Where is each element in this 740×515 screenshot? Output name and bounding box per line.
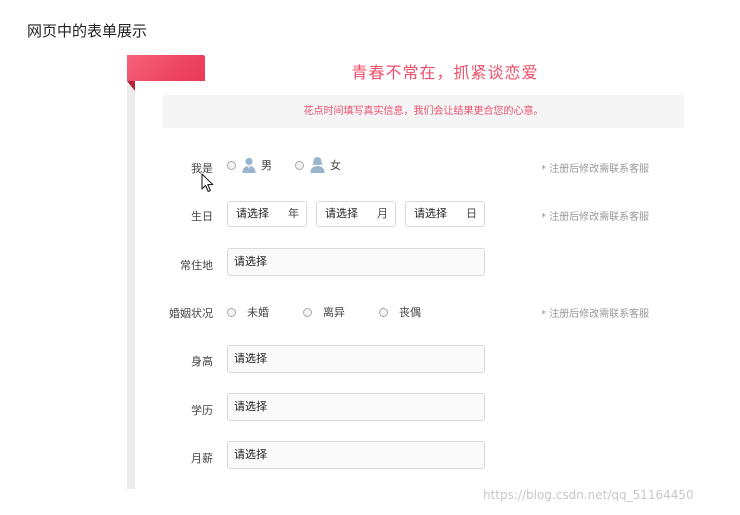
birth-day-select[interactable]: 请选择 日 (405, 201, 485, 227)
widowed-label: 丧偶 (399, 306, 421, 319)
gender-option-male[interactable]: 男 (227, 157, 272, 173)
widowed-radio[interactable] (379, 307, 388, 317)
month-unit: 月 (377, 207, 388, 220)
marital-option-divorced[interactable]: 离异 (303, 304, 345, 320)
female-radio[interactable] (295, 160, 304, 170)
marital-label: 婚姻状况 (169, 307, 213, 320)
male-radio[interactable] (227, 160, 236, 170)
male-label: 男 (261, 159, 272, 172)
birth-year-select[interactable]: 请选择 年 (227, 201, 307, 227)
education-select[interactable]: 请选择 (227, 393, 485, 421)
year-unit: 年 (288, 207, 299, 220)
female-user-icon (310, 157, 325, 173)
corner-ribbon (127, 55, 205, 91)
birthday-label: 生日 (191, 210, 213, 223)
slogan-heading: 青春不常在，抓紧谈恋爱 (351, 63, 539, 82)
marital-hint: * 注册后修改需联系客服 (541, 309, 650, 320)
marital-option-widowed[interactable]: 丧偶 (379, 304, 421, 320)
residence-label: 常住地 (180, 259, 213, 272)
education-label: 学历 (191, 404, 213, 417)
day-unit: 日 (466, 207, 477, 220)
divorced-label: 离异 (323, 306, 345, 319)
watermark-text: https://blog.csdn.net/qq_51164450 (483, 488, 694, 502)
page-title: 网页中的表单展示 (27, 22, 148, 40)
height-select[interactable]: 请选择 (227, 345, 485, 373)
marital-option-unmarried[interactable]: 未婚 (227, 304, 269, 320)
unmarried-label: 未婚 (247, 306, 269, 319)
birthday-hint: * 注册后修改需联系客服 (541, 212, 650, 223)
male-user-icon (242, 157, 256, 173)
gender-option-female[interactable]: 女 (295, 157, 341, 173)
salary-select[interactable]: 请选择 (227, 441, 485, 469)
birth-month-select[interactable]: 请选择 月 (316, 201, 396, 227)
notice-banner: 花点时间填写真实信息，我们会让结果更合您的心意。 (163, 95, 684, 128)
mouse-cursor-icon (201, 173, 214, 193)
salary-label: 月薪 (191, 452, 213, 465)
residence-select[interactable]: 请选择 (227, 248, 485, 276)
unmarried-radio[interactable] (227, 307, 236, 317)
female-label: 女 (330, 159, 341, 172)
height-label: 身高 (191, 355, 213, 368)
gender-hint: * 注册后修改需联系客服 (541, 164, 650, 175)
divorced-radio[interactable] (303, 307, 312, 317)
